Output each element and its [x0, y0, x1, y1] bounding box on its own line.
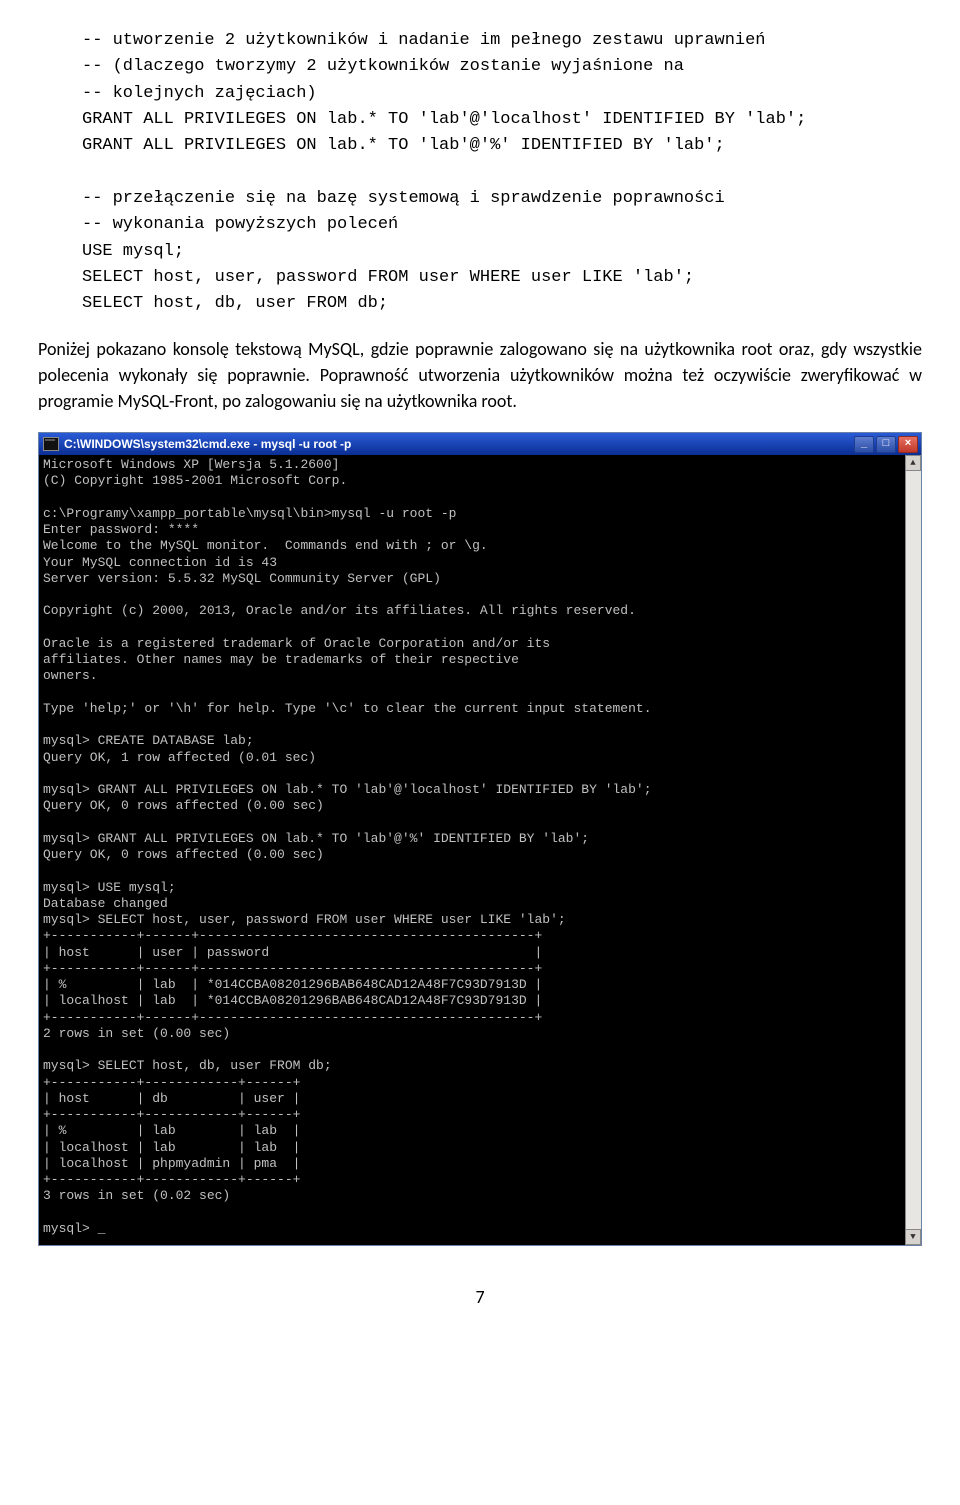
body-paragraph: Poniżej pokazano konsolę tekstową MySQL,…: [38, 336, 922, 414]
scroll-up-button[interactable]: ▲: [905, 455, 921, 471]
close-button[interactable]: ×: [898, 436, 918, 453]
window-titlebar: C:\WINDOWS\system32\cmd.exe - mysql -u r…: [39, 433, 921, 455]
cmd-window: C:\WINDOWS\system32\cmd.exe - mysql -u r…: [38, 432, 922, 1246]
maximize-button[interactable]: □: [876, 436, 896, 453]
page-number: 7: [38, 1286, 922, 1308]
minimize-button[interactable]: _: [854, 436, 874, 453]
cmd-icon: [43, 437, 59, 451]
window-title: C:\WINDOWS\system32\cmd.exe - mysql -u r…: [64, 437, 854, 452]
scrollbar[interactable]: ▲ ▼: [905, 455, 921, 1245]
sql-code-block: -- utworzenie 2 użytkowników i nadanie i…: [38, 28, 922, 318]
scroll-down-button[interactable]: ▼: [905, 1229, 921, 1245]
console-output: Microsoft Windows XP [Wersja 5.1.2600] (…: [39, 455, 905, 1245]
scrollbar-track[interactable]: [905, 471, 921, 1229]
